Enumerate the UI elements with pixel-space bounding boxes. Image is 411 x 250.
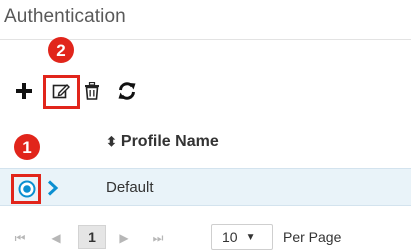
plus-icon [16, 83, 32, 99]
table-header: ⬍ Profile Name [0, 124, 411, 160]
refresh-icon [118, 82, 136, 100]
next-page-icon: ▶ [119, 231, 129, 245]
refresh-button[interactable] [115, 78, 139, 104]
delete-button[interactable] [80, 78, 104, 104]
caret-down-icon: ▼ [245, 231, 256, 243]
last-page-icon: ⏭ [152, 230, 164, 245]
callout-badge-1: 1 [14, 134, 40, 160]
page-title: Authentication [4, 6, 126, 27]
column-header-label: Profile Name [120, 133, 219, 150]
radio-highlight-box [11, 174, 41, 204]
per-page-label: Per Page [283, 229, 342, 245]
prev-page-icon: ◀ [51, 231, 61, 245]
per-page-value: 10 [222, 229, 238, 245]
first-page-icon: ⏮ [14, 230, 26, 245]
column-header-profile-name[interactable]: ⬍ Profile Name [106, 133, 219, 151]
current-page[interactable]: 1 [78, 225, 106, 249]
sort-icon: ⬍ [106, 134, 117, 149]
last-page-button[interactable]: ⏭ [150, 229, 166, 247]
table-row[interactable]: Default [0, 168, 411, 206]
row-expand-toggle[interactable] [45, 178, 61, 198]
profile-name-cell: Default [106, 179, 154, 196]
chevron-right-icon [47, 180, 59, 196]
per-page-select[interactable]: 10 ▼ [211, 224, 273, 250]
next-page-button[interactable]: ▶ [116, 229, 132, 247]
edit-highlight-box [43, 75, 80, 109]
callout-badge-2: 2 [48, 37, 74, 63]
prev-page-button[interactable]: ◀ [48, 229, 64, 247]
pagination: ⏮ ◀ 1 ▶ ⏭ 10 ▼ Per Page [0, 224, 411, 250]
trash-icon [85, 82, 99, 100]
add-button[interactable] [12, 78, 36, 104]
first-page-button[interactable]: ⏮ [12, 229, 28, 247]
